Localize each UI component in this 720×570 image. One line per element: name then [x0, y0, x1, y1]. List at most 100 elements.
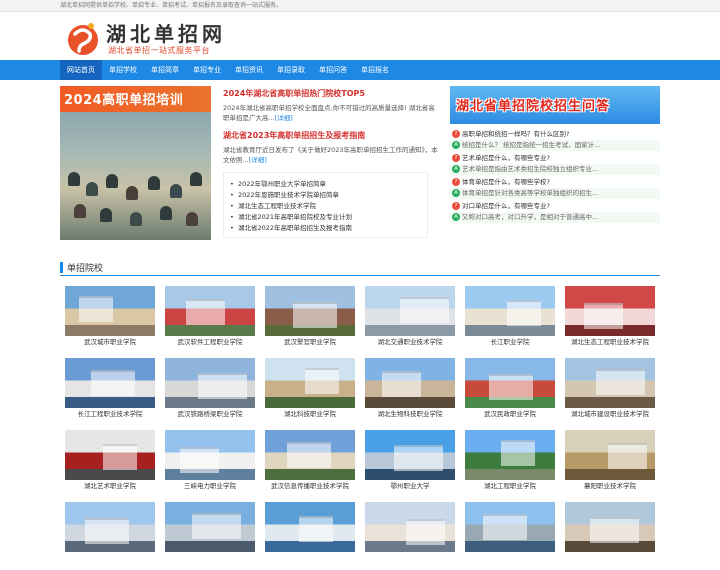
article-link[interactable]: 湖北省2022年高职单招招生及报考指南 [228, 223, 427, 234]
school-card[interactable] [260, 498, 360, 570]
school-card[interactable] [160, 498, 260, 570]
school-card[interactable]: 武汉信息传播职业技术学院 [260, 426, 360, 498]
nav-qa[interactable]: 单招问答 [312, 60, 354, 80]
nav-majors[interactable]: 单招专业 [186, 60, 228, 80]
school-name[interactable]: 湖北交通职业技术学院 [365, 336, 455, 348]
school-photo[interactable] [365, 358, 455, 408]
school-photo[interactable] [165, 502, 255, 552]
school-name[interactable]: 三峡电力职业学院 [165, 480, 255, 492]
school-photo[interactable] [165, 358, 255, 408]
school-card[interactable]: 湖北城市建设职业技术学院 [560, 354, 660, 426]
school-photo[interactable] [265, 430, 355, 480]
school-photo[interactable] [465, 358, 555, 408]
school-card[interactable]: 襄阳职业技术学院 [560, 426, 660, 498]
school-card[interactable]: 湖北交通职业技术学院 [360, 282, 460, 354]
school-name[interactable]: 武汉信息传播职业技术学院 [265, 480, 355, 492]
school-name[interactable]: 湖北工程职业学院 [465, 480, 555, 492]
news-title-link[interactable]: 湖北省2023年高职单招招生及报考指南 [223, 130, 438, 141]
question-icon: ? [452, 130, 460, 138]
school-photo[interactable] [265, 502, 355, 552]
school-photo[interactable] [365, 502, 455, 552]
qa-question[interactable]: ? 对口单招是什么，有哪些专业? [450, 200, 660, 212]
school-name[interactable]: 湖北艺术职业学院 [65, 480, 155, 492]
school-card[interactable]: 湖北生物科技职业学院 [360, 354, 460, 426]
school-card[interactable] [60, 498, 160, 570]
school-name[interactable]: 长江工程职业技术学院 [65, 408, 155, 420]
school-name[interactable]: 武汉民政职业学院 [465, 408, 555, 420]
article-link[interactable]: 2022年恩施职业技术学院单招简章 [228, 190, 427, 201]
school-card[interactable] [460, 498, 560, 570]
school-card[interactable]: 武汉城市职业学院 [60, 282, 160, 354]
news-summary: 湖北省教育厅近日发布了《关于做好2023年高职单招招生工作的通知》，本文依照..… [223, 146, 438, 164]
school-photo[interactable] [65, 502, 155, 552]
qa-question[interactable]: ? 艺术单招是什么，有哪些专业? [450, 152, 660, 164]
school-photo[interactable] [165, 286, 255, 336]
school-photo[interactable] [165, 430, 255, 480]
school-name[interactable]: 湖北生物科技职业学院 [365, 408, 455, 420]
school-name[interactable]: 湖北生态工程职业技术学院 [565, 336, 655, 348]
building-shape [406, 519, 445, 545]
school-photo[interactable] [465, 430, 555, 480]
school-name[interactable]: 鄂州职业大学 [365, 480, 455, 492]
school-card[interactable]: 长江工程职业技术学院 [60, 354, 160, 426]
school-photo[interactable] [565, 358, 655, 408]
school-photo[interactable] [65, 358, 155, 408]
qa-question[interactable]: ? 体育单招是什么，有哪些学校? [450, 176, 660, 188]
building-shape [596, 369, 645, 395]
school-photo[interactable] [565, 502, 655, 552]
qa-answer: A 又称对口高考，对口升学，是相对于普通高中... [450, 212, 660, 223]
school-card[interactable]: 武汉软件工程职业学院 [160, 282, 260, 354]
school-card[interactable] [360, 498, 460, 570]
school-name[interactable]: 湖北科技职业学院 [265, 408, 355, 420]
school-card[interactable]: 湖北生态工程职业技术学院 [560, 282, 660, 354]
school-photo[interactable] [465, 502, 555, 552]
qa-banner[interactable]: 湖北省单招院校招生问答 [450, 86, 660, 124]
school-card[interactable]: 鄂州职业大学 [360, 426, 460, 498]
qa-question[interactable]: ? 高职单招和统招一样吗？有什么区别? [450, 128, 660, 140]
school-name[interactable]: 武汉铁路桥梁职业学院 [165, 408, 255, 420]
school-card[interactable] [560, 498, 660, 570]
question-icon: ? [452, 202, 460, 210]
school-card[interactable]: 长江职业学院 [460, 282, 560, 354]
school-photo[interactable] [465, 286, 555, 336]
school-photo[interactable] [565, 286, 655, 336]
school-name[interactable]: 武汉软件工程职业学院 [165, 336, 255, 348]
nav-admission[interactable]: 单招录取 [270, 60, 312, 80]
school-photo[interactable] [565, 430, 655, 480]
school-card[interactable]: 湖北工程职业学院 [460, 426, 560, 498]
school-name[interactable]: 武汉警官职业学院 [265, 336, 355, 348]
site-logo[interactable]: 湖北单招网 湖北省单招一站式服务平台 [66, 16, 222, 60]
news-title-link[interactable]: 2024年湖北省高职单招热门院校TOP5 [223, 88, 438, 99]
hero-image[interactable]: 2024高职单招培训 [60, 86, 211, 240]
nav-schools[interactable]: 单招学校 [102, 60, 144, 80]
school-photo[interactable] [365, 286, 455, 336]
news-more-link[interactable]: [详细] [249, 156, 267, 164]
top-bar: 湖北单招网提供单招学校、单招专业、单招考试、单招报名及录取查询一站式服务。 [0, 0, 720, 12]
school-name[interactable]: 长江职业学院 [465, 336, 555, 348]
article-list: 2022年鄂州职业大学单招简章 2022年恩施职业技术学院单招简章 湖北生态工程… [223, 172, 428, 238]
school-card[interactable]: 三峡电力职业学院 [160, 426, 260, 498]
building-shape [400, 297, 449, 323]
article-link[interactable]: 2022年鄂州职业大学单招简章 [228, 179, 427, 190]
school-name[interactable]: 襄阳职业技术学院 [565, 480, 655, 492]
nav-brochures[interactable]: 单招简章 [144, 60, 186, 80]
school-photo[interactable] [265, 286, 355, 336]
school-card[interactable]: 湖北艺术职业学院 [60, 426, 160, 498]
school-card[interactable]: 武汉警官职业学院 [260, 282, 360, 354]
news-more-link[interactable]: [详细] [275, 114, 293, 122]
nav-news[interactable]: 单招资讯 [228, 60, 270, 80]
nav-home[interactable]: 网站首页 [60, 60, 102, 80]
school-card[interactable]: 湖北科技职业学院 [260, 354, 360, 426]
school-photo[interactable] [265, 358, 355, 408]
school-name[interactable]: 武汉城市职业学院 [65, 336, 155, 348]
article-link[interactable]: 湖北省2021年高职单招院校及专业计划 [228, 212, 427, 223]
school-photo[interactable] [365, 430, 455, 480]
school-name[interactable]: 湖北城市建设职业技术学院 [565, 408, 655, 420]
school-card[interactable]: 武汉民政职业学院 [460, 354, 560, 426]
school-photo[interactable] [65, 286, 155, 336]
article-link[interactable]: 湖北生态工程职业技术学院 [228, 201, 427, 212]
nav-register[interactable]: 单招报名 [354, 60, 396, 80]
school-card[interactable]: 武汉铁路桥梁职业学院 [160, 354, 260, 426]
answer-icon: A [452, 189, 460, 197]
school-photo[interactable] [65, 430, 155, 480]
